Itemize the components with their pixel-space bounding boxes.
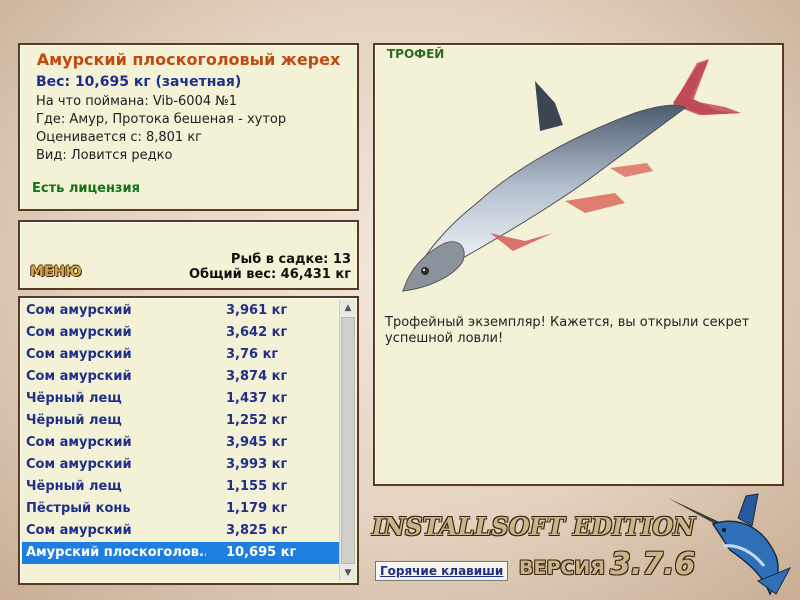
- menu-button[interactable]: МЕНЮ: [30, 264, 82, 280]
- catch-name: Чёрный лещ: [26, 413, 122, 428]
- hotkeys-button[interactable]: Горячие клавиши: [375, 561, 509, 581]
- catch-list-panel: Сом амурский 3,961 кг Сом амурский 3,642 к…: [18, 296, 359, 585]
- list-item[interactable]: Пёстрый конь 1,179 кг: [22, 498, 340, 520]
- list-item[interactable]: Чёрный лещ 1,155 кг: [22, 476, 340, 498]
- edition-title: INSTALLSOFT EDITION: [372, 512, 696, 541]
- list-item[interactable]: Сом амурский 3,874 кг: [22, 366, 340, 388]
- catch-name: Чёрный лещ: [26, 391, 122, 406]
- fish-info-panel: Амурский плоскоголовый жерех Вес: 10,695…: [18, 43, 359, 211]
- fish-count: Рыб в садке: 13: [230, 252, 351, 267]
- fish-name-title: Амурский плоскоголовый жерех: [36, 50, 341, 69]
- list-item[interactable]: Чёрный лещ 1,437 кг: [22, 388, 340, 410]
- catch-name: Сом амурский: [26, 347, 132, 362]
- license-status: Есть лицензия: [32, 181, 140, 196]
- scroll-up-arrow-icon[interactable]: ▲: [340, 300, 356, 316]
- catch-name: Сом амурский: [26, 303, 132, 318]
- catch-weight: 3,945 кг: [226, 435, 288, 450]
- keepnet-summary-panel: МЕНЮ Рыб в садке: 13 Общий вес: 46,431 к…: [18, 220, 359, 290]
- catch-name: Чёрный лещ: [26, 479, 122, 494]
- catch-weight: 3,642 кг: [226, 325, 288, 340]
- list-item[interactable]: Сом амурский 3,993 кг: [22, 454, 340, 476]
- catch-weight: 3,825 кг: [226, 523, 288, 538]
- catch-weight: 1,155 кг: [226, 479, 288, 494]
- catch-list: Сом амурский 3,961 кг Сом амурский 3,642 к…: [22, 300, 340, 564]
- keepnet-summary: Рыб в садке: 13 Общий вес: 46,431 кг: [189, 252, 351, 282]
- catch-name: Сом амурский: [26, 325, 132, 340]
- list-item[interactable]: Сом амурский 3,945 кг: [22, 432, 340, 454]
- catch-name: Сом амурский: [26, 369, 132, 384]
- catch-weight: 1,179 кг: [226, 501, 288, 516]
- rarity-text: Вид: Ловится редко: [36, 148, 173, 163]
- list-item[interactable]: Сом амурский 3,961 кг: [22, 300, 340, 322]
- catch-weight: 3,993 кг: [226, 457, 288, 472]
- catch-weight: 1,252 кг: [226, 413, 288, 428]
- list-item[interactable]: Сом амурский 3,642 кг: [22, 322, 340, 344]
- list-item-selected[interactable]: Амурский плоскоголов... 10,695 кг: [22, 542, 340, 564]
- asp-fish-image: [401, 59, 741, 292]
- catch-name: Сом амурский: [26, 457, 132, 472]
- total-weight: Общий вес: 46,431 кг: [188, 267, 351, 282]
- marlin-logo-icon: [668, 493, 792, 596]
- list-item[interactable]: Сом амурский 3,825 кг: [22, 520, 340, 542]
- catch-name: Амурский плоскоголов...: [26, 545, 206, 560]
- list-item[interactable]: Чёрный лещ 1,252 кг: [22, 410, 340, 432]
- catch-weight: 1,437 кг: [226, 391, 288, 406]
- trophy-panel: ТРОФЕЙ Трофейный экземпляр! Кажется, вы …: [373, 43, 784, 486]
- trophy-description: Трофейный экземпляр! Кажется, вы открыли…: [385, 315, 750, 346]
- scrollbar-thumb[interactable]: [341, 317, 355, 564]
- scroll-down-arrow-icon[interactable]: ▼: [340, 565, 356, 581]
- location-text: Где: Амур, Протока бешеная - хутор: [36, 112, 287, 127]
- catch-weight: 3,874 кг: [226, 369, 288, 384]
- caught-on-text: На что поймана: Vib-6004 №1: [36, 94, 238, 109]
- catch-name: Пёстрый конь: [26, 501, 131, 516]
- list-item[interactable]: Сом амурский 3,76 кг: [22, 344, 340, 366]
- catch-name: Сом амурский: [26, 435, 132, 450]
- fish-weight: Вес: 10,695 кг (зачетная): [36, 74, 242, 90]
- catch-weight: 3,961 кг: [226, 303, 288, 318]
- list-scrollbar[interactable]: ▲ ▼: [339, 300, 355, 581]
- catch-weight: 10,695 кг: [226, 545, 297, 560]
- catch-name: Сом амурский: [26, 523, 132, 538]
- valued-from-text: Оценивается с: 8,801 кг: [36, 130, 203, 145]
- catch-weight: 3,76 кг: [226, 347, 279, 362]
- version-label: ВЕРСИЯ: [519, 557, 605, 579]
